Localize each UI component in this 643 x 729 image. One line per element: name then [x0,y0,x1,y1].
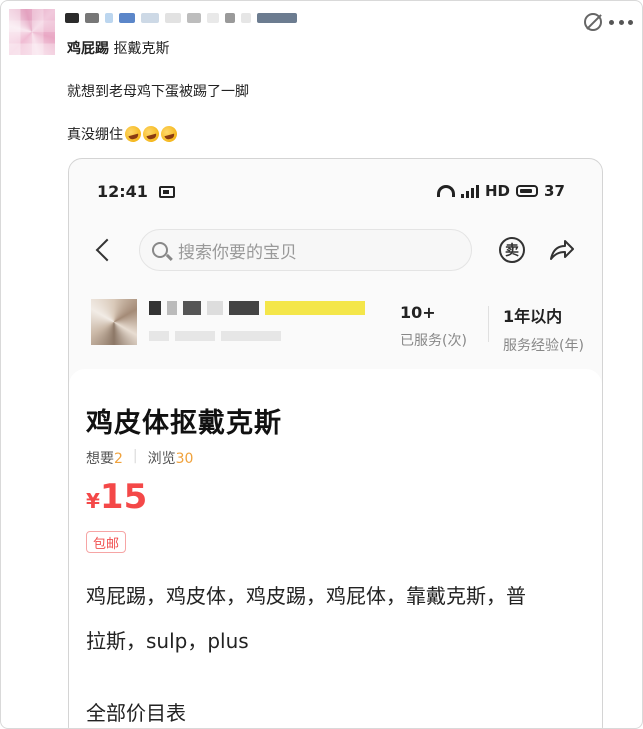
product-price: ¥15 [86,477,147,517]
price-currency: ¥ [86,489,100,513]
description-line: 鸡屁踢，鸡皮体，鸡皮踢，鸡屁体，靠戴克斯，普 [86,584,526,608]
search-icon [152,242,168,258]
post-author-suffix: 抠戴克斯 [113,41,170,57]
status-bar-right: HD 37 [437,182,565,200]
seller-avatar[interactable] [91,299,137,345]
back-icon[interactable] [95,238,119,262]
product-description: 鸡屁踢，鸡皮体，鸡皮踢，鸡屁体，靠戴克斯，普 拉斯，sulp，plus [86,574,586,664]
network-type: HD [485,182,511,200]
free-shipping-badge: 包邮 [86,531,127,553]
stat-value: 1年以内 [503,307,563,326]
sell-icon[interactable]: 卖 [499,237,525,263]
search-placeholder: 搜索你要的宝贝 [178,242,297,263]
battery-icon [516,185,539,197]
search-bar[interactable]: 搜索你要的宝贝 [139,229,472,271]
product-meta: 想要2 | 浏览30 [86,448,193,468]
seller-name-pixelated [149,301,365,315]
signal-icon [461,184,479,198]
product-panel: 鸡皮体抠戴克斯 想要2 | 浏览30 ¥15 包邮 鸡屁踢，鸡皮体，鸡皮踢，鸡屁… [69,369,602,728]
share-icon[interactable] [549,239,575,261]
want-stat: 想要2 [86,451,123,467]
post-card: 鸡屁踢 抠戴克斯 就想到老母鸡下蛋被踢了一脚 真没绷住 12:41 HD 37 … [0,0,643,729]
stat-label: 已服务(次) [400,333,467,349]
sync-icon[interactable] [584,13,602,31]
post-author[interactable]: 鸡屁踢 [67,41,109,57]
more-icon[interactable] [609,20,633,26]
view-stat: 浏览30 [147,451,194,467]
embedded-screenshot[interactable]: 12:41 HD 37 搜索你要的宝贝 卖 10+ 已服务(次) 1年以内 服务… [68,158,603,728]
rofl-emoji-icon [159,124,179,144]
stat-served: 10+ 已服务(次) [400,303,467,350]
image-notification-icon [159,186,175,198]
author-name-pixelated [65,11,325,25]
post-line-3-text: 真没绷住 [67,127,123,143]
post-line-2: 就想到老母鸡下蛋被踢了一脚 [67,84,249,100]
rofl-emoji-icon [123,124,143,144]
stat-value: 10+ [400,303,436,322]
divider [488,306,489,342]
meta-separator: | [132,448,138,464]
description-line: 拉斯，sulp，plus [86,629,249,653]
post-line-3: 真没绷住 [67,124,179,144]
rofl-emoji-icon [141,124,161,144]
author-avatar[interactable] [9,9,55,55]
wifi-icon [437,185,455,197]
stat-label: 服务经验(年) [503,338,584,354]
post-line-1: 鸡屁踢 抠戴克斯 [67,38,169,58]
stat-experience: 1年以内 服务经验(年) [503,303,584,355]
seller-subtitle-pixelated [149,331,281,341]
price-list-heading: 全部价目表 [86,701,186,725]
battery-level: 37 [544,182,565,200]
price-amount: 15 [99,477,148,517]
status-time: 12:41 [97,182,148,201]
product-title: 鸡皮体抠戴克斯 [86,408,282,439]
